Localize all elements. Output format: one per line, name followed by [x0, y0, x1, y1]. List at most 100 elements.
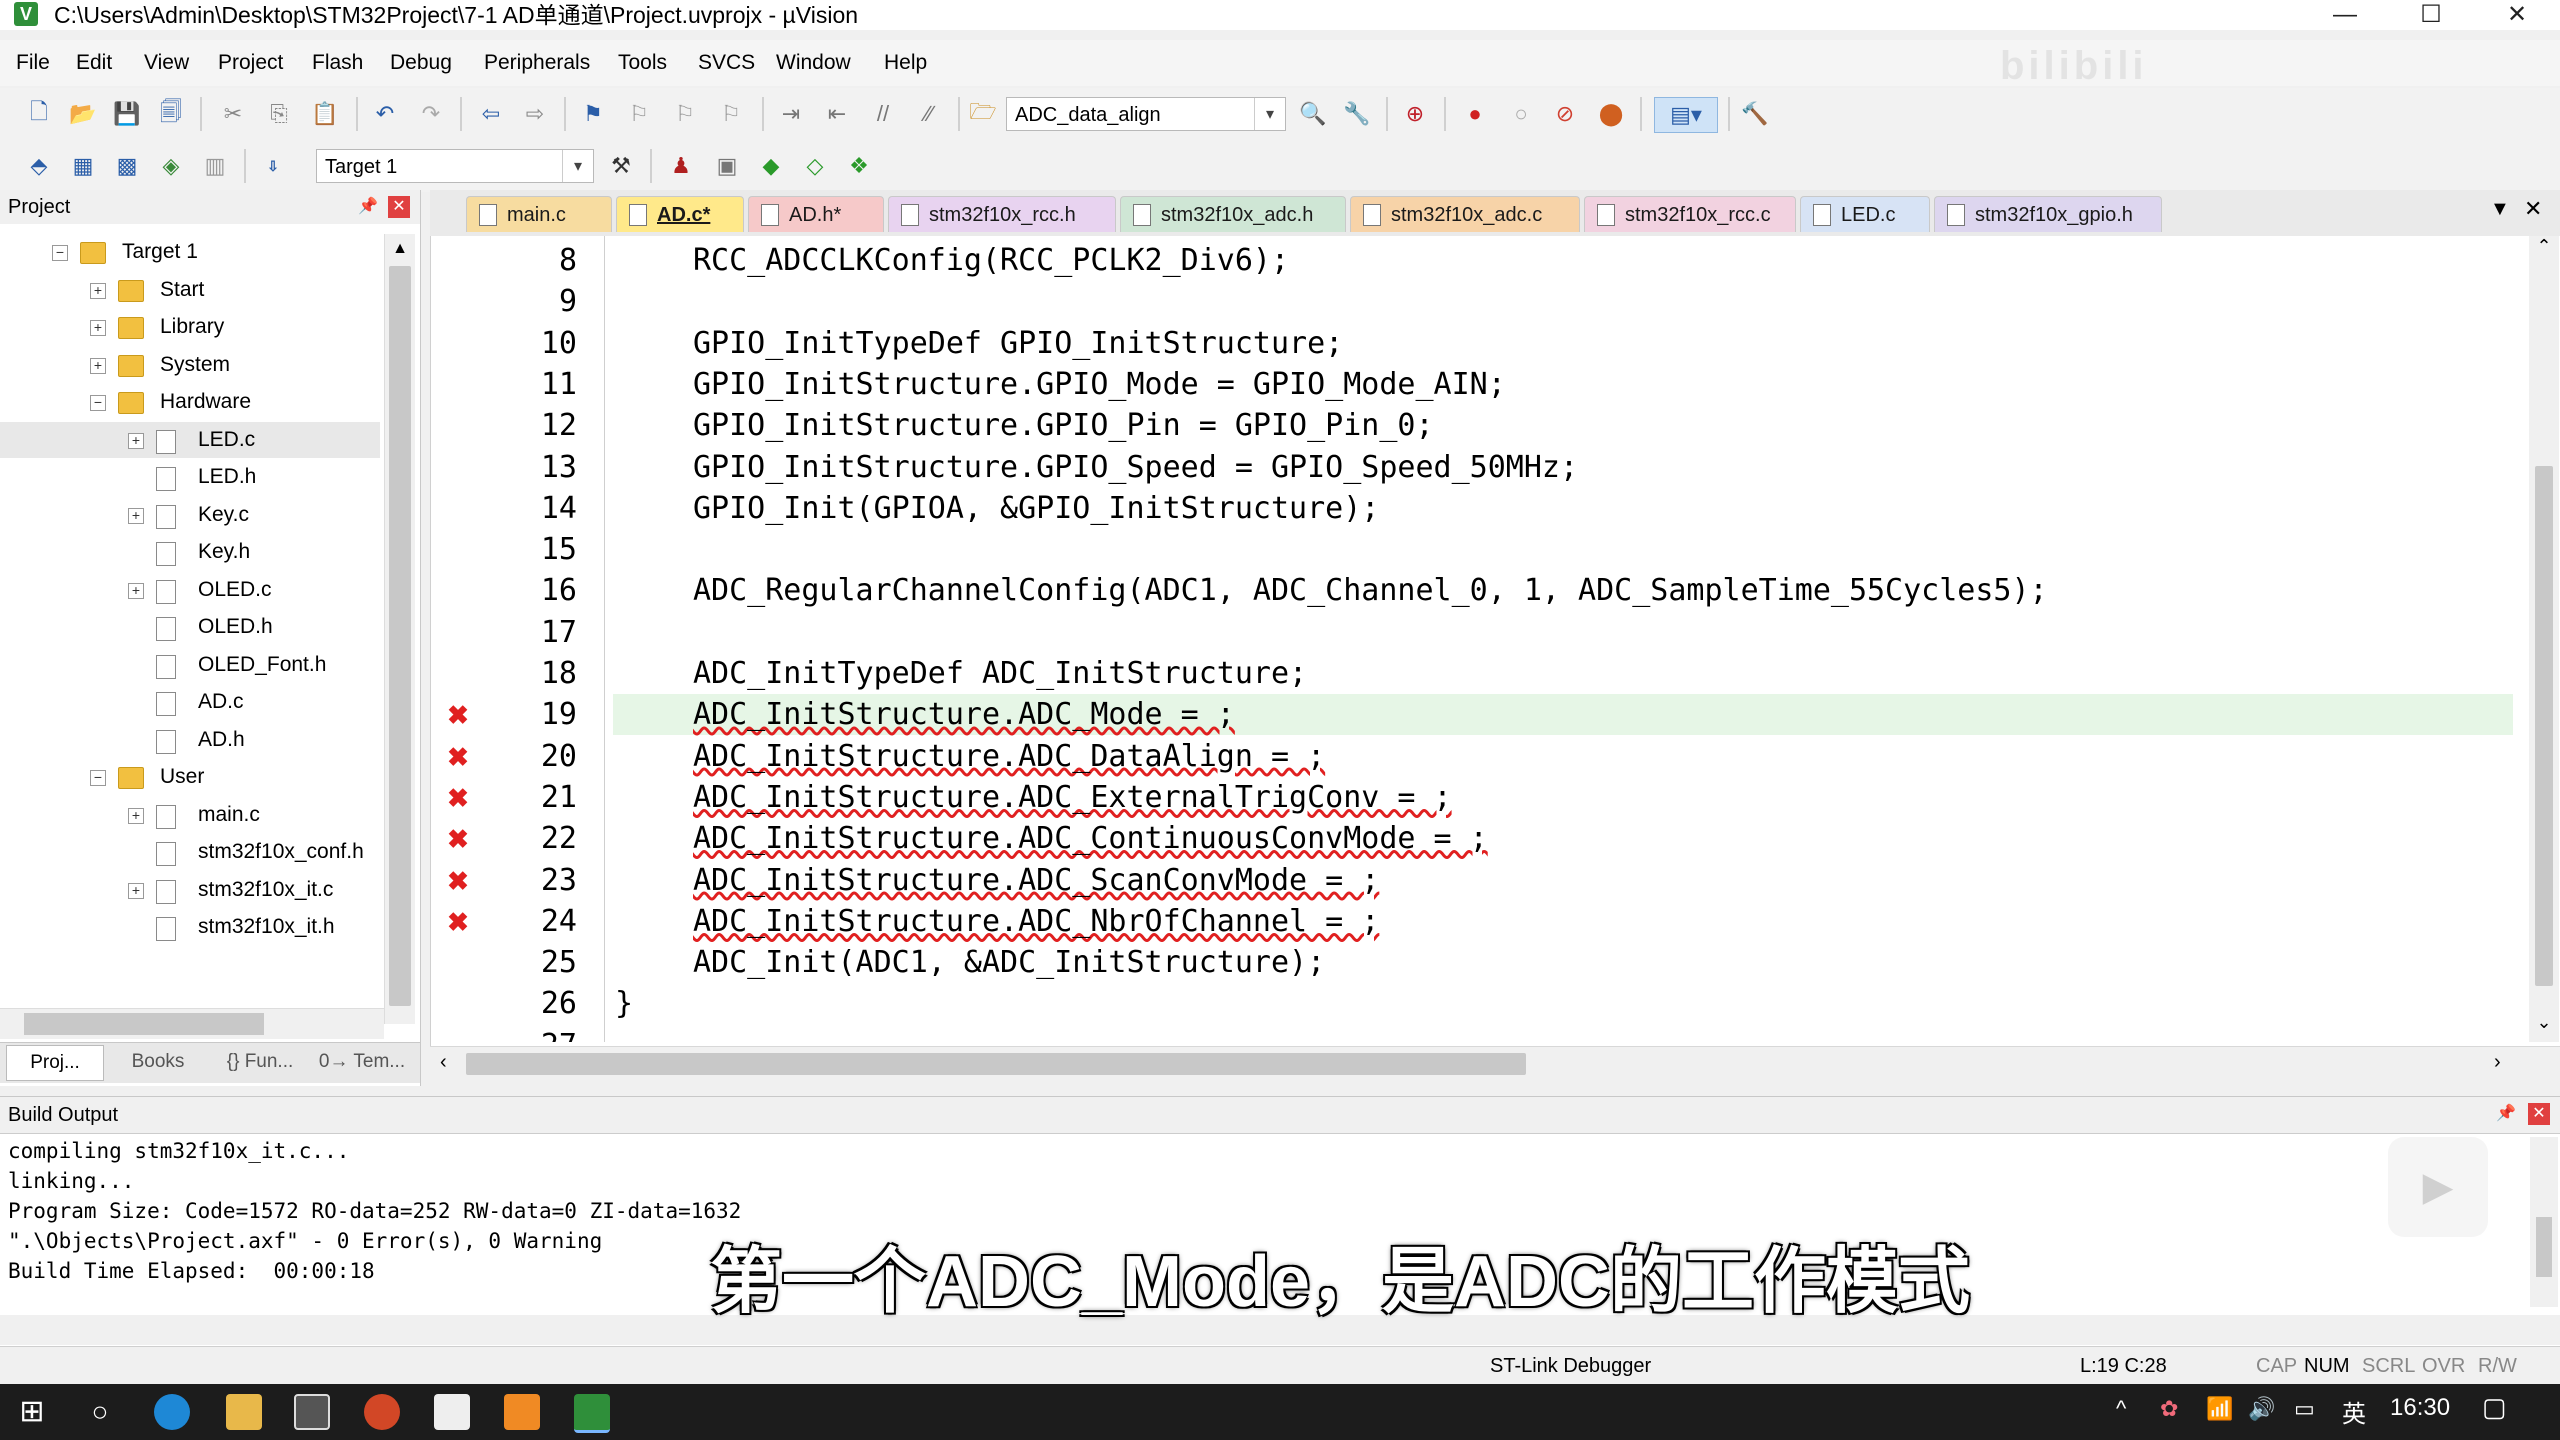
code-line[interactable]: RCC_ADCCLKConfig(RCC_PCLK2_Div6);	[693, 240, 1289, 281]
editor-tab[interactable]: stm32f10x_adc.c	[1350, 196, 1580, 232]
close-button[interactable]: ✕	[2482, 0, 2552, 30]
indent-icon[interactable]: ⇥	[774, 97, 808, 131]
tree-item[interactable]: + Key.c	[0, 497, 380, 533]
code-line[interactable]: GPIO_InitStructure.GPIO_Pin = GPIO_Pin_0…	[693, 405, 1434, 446]
tree-item[interactable]: − User	[0, 759, 380, 795]
wifi-icon[interactable]: 📶	[2206, 1396, 2233, 1422]
tree-vscroll-thumb[interactable]	[389, 266, 411, 1006]
find-in-files-icon[interactable]: 🗁	[966, 97, 1000, 131]
uncomment-icon[interactable]: ∕∕	[912, 97, 946, 131]
chevron-down-icon[interactable]: ▾	[562, 150, 593, 182]
tree-expander-icon[interactable]: +	[128, 807, 144, 824]
editor-tab[interactable]: AD.h*	[748, 196, 884, 232]
tree-expander-icon[interactable]: +	[128, 432, 144, 449]
menu-help[interactable]: Help	[884, 40, 927, 86]
menu-edit[interactable]: Edit	[76, 40, 112, 86]
editor-tab[interactable]: main.c	[466, 196, 612, 232]
close-tab-icon[interactable]: ✕	[2524, 196, 2542, 222]
menu-window[interactable]: Window	[776, 40, 851, 86]
scroll-left-icon[interactable]: ‹	[440, 1051, 447, 1074]
code-line[interactable]: ADC_InitTypeDef ADC_InitStructure;	[693, 653, 1307, 694]
close-panel-icon[interactable]: ✕	[388, 196, 410, 218]
undo-icon[interactable]: ↶	[368, 97, 402, 131]
camera-app-icon[interactable]	[294, 1394, 330, 1430]
windows-start-icon[interactable]: ⊞	[14, 1394, 50, 1430]
tree-expander-icon[interactable]: −	[90, 770, 106, 786]
target-options-icon[interactable]: ⚒	[604, 149, 638, 183]
cut-icon[interactable]: ✂	[216, 97, 250, 131]
code-line[interactable]: ADC_InitStructure.ADC_ScanConvMode = ;	[693, 860, 1379, 901]
tree-item[interactable]: − Hardware	[0, 384, 380, 420]
find-combo[interactable]: ADC_data_align ▾	[1006, 97, 1286, 131]
error-marker-icon[interactable]: ✖	[445, 702, 471, 728]
code-line[interactable]: GPIO_InitStructure.GPIO_Speed = GPIO_Spe…	[693, 447, 1578, 488]
tree-hscrollbar[interactable]	[0, 1008, 384, 1039]
tree-item[interactable]: + stm32f10x_it.c	[0, 872, 380, 908]
tab-templates[interactable]: 0→ Tem...	[312, 1045, 412, 1079]
editor-hscrollbar[interactable]: ‹ ›	[430, 1046, 2560, 1081]
code-line[interactable]: GPIO_InitTypeDef GPIO_InitStructure;	[693, 323, 1343, 364]
tree-item[interactable]: + System	[0, 347, 380, 383]
stop-build-icon[interactable]: ▥	[198, 149, 232, 183]
photos-icon[interactable]	[434, 1394, 470, 1430]
open-folder-icon[interactable]: 📂	[66, 97, 100, 131]
tray-chevron-up-icon[interactable]: ^	[2116, 1396, 2126, 1422]
tree-item[interactable]: stm32f10x_conf.h	[0, 834, 380, 870]
code-line[interactable]: ADC_InitStructure.ADC_ContinuousConvMode…	[693, 818, 1488, 859]
manage-rte-icon[interactable]: ❖	[842, 149, 876, 183]
tree-hscroll-thumb[interactable]	[24, 1013, 264, 1035]
code-line[interactable]: }	[615, 983, 633, 1024]
download-icon[interactable]: ⇩	[256, 149, 290, 183]
tree-item[interactable]: Key.h	[0, 534, 380, 570]
tree-expander-icon[interactable]: −	[52, 245, 68, 261]
find-icon[interactable]: 🔍	[1296, 97, 1330, 131]
tree-item[interactable]: LED.h	[0, 459, 380, 495]
tree-item[interactable]: + main.c	[0, 797, 380, 833]
clear-bookmarks-icon[interactable]: ⚐	[714, 97, 748, 131]
minimize-button[interactable]: —	[2310, 0, 2380, 30]
search-icon[interactable]: ○	[82, 1394, 118, 1430]
battery-icon[interactable]: ▭	[2294, 1396, 2315, 1422]
disable-all-breakpoints-icon[interactable]: ⊘	[1548, 97, 1582, 131]
chevron-down-icon[interactable]: ▾	[1254, 98, 1285, 130]
tree-item[interactable]: stm32f10x_it.h	[0, 909, 380, 945]
comment-icon[interactable]: //	[866, 97, 900, 131]
editor-tab[interactable]: stm32f10x_adc.h	[1120, 196, 1346, 232]
breakpoint-icon[interactable]: ●	[1458, 97, 1492, 131]
tree-item[interactable]: + Start	[0, 272, 380, 308]
tree-expander-icon[interactable]: +	[90, 282, 106, 299]
file-explorer-icon[interactable]	[226, 1394, 262, 1430]
menu-project[interactable]: Project	[218, 40, 283, 86]
next-bookmark-icon[interactable]: ⚐	[668, 97, 702, 131]
ime-indicator[interactable]: 英	[2342, 1394, 2366, 1429]
debug-session-icon[interactable]: ⊕	[1398, 97, 1432, 131]
tree-expander-icon[interactable]: +	[128, 582, 144, 599]
tree-item[interactable]: − Target 1	[0, 234, 380, 270]
tree-expander-icon[interactable]: +	[128, 882, 144, 899]
code-editor[interactable]: 8 9 10 11 12 13 14 15 16 17 18 19 ✖ 20 ✖ 21 ✖ 22 ✖ 23 ✖ 24 ✖ 25…	[430, 236, 2560, 1063]
build-vscrollbar[interactable]	[2530, 1137, 2558, 1307]
editor-tab[interactable]: stm32f10x_rcc.h	[888, 196, 1116, 232]
new-file-icon[interactable]: 🗋	[22, 97, 56, 131]
editor-vscroll-thumb[interactable]	[2535, 466, 2553, 986]
translate-icon[interactable]: ⬘	[22, 149, 56, 183]
tree-expander-icon[interactable]: +	[90, 357, 106, 374]
window-layout-icon[interactable]: ▤▾	[1654, 97, 1718, 133]
tree-expander-icon[interactable]: −	[90, 395, 106, 411]
error-marker-icon[interactable]: ✖	[445, 785, 471, 811]
tree-item[interactable]: + Library	[0, 309, 380, 345]
configure-icon[interactable]: 🔨	[1738, 97, 1772, 131]
redo-icon[interactable]: ↷	[414, 97, 448, 131]
code-line[interactable]: GPIO_InitStructure.GPIO_Mode = GPIO_Mode…	[693, 364, 1506, 405]
tree-item[interactable]: OLED_Font.h	[0, 647, 380, 683]
play-overlay-icon[interactable]: ▶	[2388, 1137, 2488, 1237]
menu-flash[interactable]: Flash	[312, 40, 363, 86]
code-line[interactable]: ADC_InitStructure.ADC_DataAlign = ;	[693, 736, 1325, 777]
tree-item[interactable]: AD.c	[0, 684, 380, 720]
uvision-taskbar-icon[interactable]	[574, 1394, 610, 1433]
save-icon[interactable]: 💾	[110, 97, 144, 131]
nav-back-icon[interactable]: ⇦	[474, 97, 508, 131]
copy-icon[interactable]: ⎘	[262, 97, 296, 131]
pin-icon[interactable]: 📌	[2496, 1103, 2516, 1123]
pin-icon[interactable]: 📌	[358, 190, 378, 224]
